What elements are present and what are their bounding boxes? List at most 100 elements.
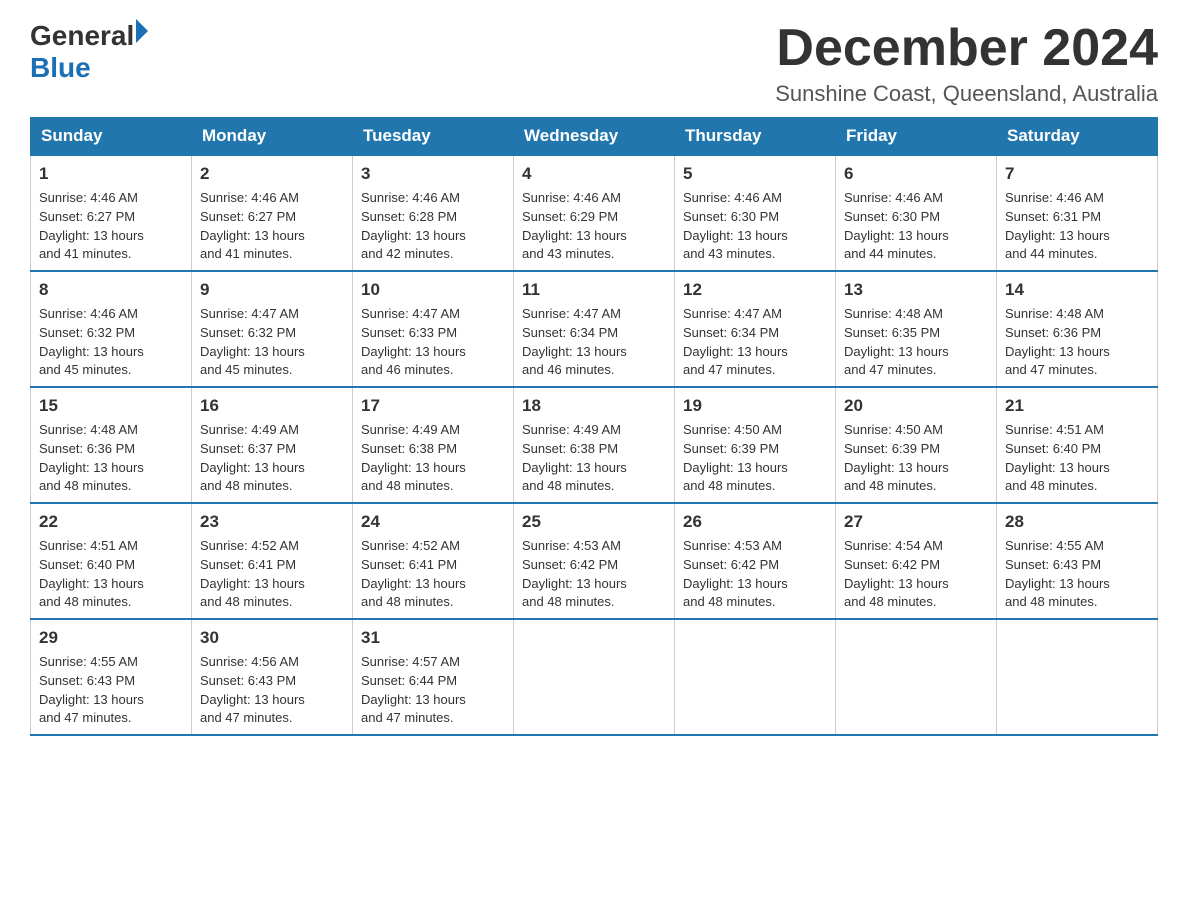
col-saturday: Saturday [997,118,1158,156]
day-number: 8 [39,278,183,303]
day-number: 17 [361,394,505,419]
table-row: 28 Sunrise: 4:55 AMSunset: 6:43 PMDaylig… [997,503,1158,619]
day-number: 15 [39,394,183,419]
table-row: 29 Sunrise: 4:55 AMSunset: 6:43 PMDaylig… [31,619,192,735]
day-info: Sunrise: 4:49 AMSunset: 6:38 PMDaylight:… [361,422,466,494]
day-info: Sunrise: 4:47 AMSunset: 6:34 PMDaylight:… [522,306,627,378]
location-subtitle: Sunshine Coast, Queensland, Australia [775,81,1158,107]
day-info: Sunrise: 4:46 AMSunset: 6:27 PMDaylight:… [200,190,305,262]
day-info: Sunrise: 4:55 AMSunset: 6:43 PMDaylight:… [1005,538,1110,610]
col-sunday: Sunday [31,118,192,156]
day-number: 28 [1005,510,1149,535]
day-info: Sunrise: 4:48 AMSunset: 6:36 PMDaylight:… [39,422,144,494]
day-number: 20 [844,394,988,419]
day-info: Sunrise: 4:47 AMSunset: 6:34 PMDaylight:… [683,306,788,378]
day-number: 18 [522,394,666,419]
table-row: 11 Sunrise: 4:47 AMSunset: 6:34 PMDaylig… [514,271,675,387]
table-row: 26 Sunrise: 4:53 AMSunset: 6:42 PMDaylig… [675,503,836,619]
day-number: 31 [361,626,505,651]
calendar-table: Sunday Monday Tuesday Wednesday Thursday… [30,117,1158,736]
day-info: Sunrise: 4:48 AMSunset: 6:35 PMDaylight:… [844,306,949,378]
table-row: 10 Sunrise: 4:47 AMSunset: 6:33 PMDaylig… [353,271,514,387]
day-info: Sunrise: 4:49 AMSunset: 6:38 PMDaylight:… [522,422,627,494]
table-row: 23 Sunrise: 4:52 AMSunset: 6:41 PMDaylig… [192,503,353,619]
day-info: Sunrise: 4:52 AMSunset: 6:41 PMDaylight:… [200,538,305,610]
day-number: 2 [200,162,344,187]
table-row: 21 Sunrise: 4:51 AMSunset: 6:40 PMDaylig… [997,387,1158,503]
day-number: 9 [200,278,344,303]
day-number: 13 [844,278,988,303]
day-info: Sunrise: 4:46 AMSunset: 6:32 PMDaylight:… [39,306,144,378]
col-wednesday: Wednesday [514,118,675,156]
table-row [836,619,997,735]
day-number: 10 [361,278,505,303]
day-info: Sunrise: 4:51 AMSunset: 6:40 PMDaylight:… [1005,422,1110,494]
table-row: 24 Sunrise: 4:52 AMSunset: 6:41 PMDaylig… [353,503,514,619]
table-row: 8 Sunrise: 4:46 AMSunset: 6:32 PMDayligh… [31,271,192,387]
day-info: Sunrise: 4:55 AMSunset: 6:43 PMDaylight:… [39,654,144,726]
day-info: Sunrise: 4:54 AMSunset: 6:42 PMDaylight:… [844,538,949,610]
logo: General Blue [30,20,148,84]
day-number: 29 [39,626,183,651]
table-row: 9 Sunrise: 4:47 AMSunset: 6:32 PMDayligh… [192,271,353,387]
col-tuesday: Tuesday [353,118,514,156]
table-row: 20 Sunrise: 4:50 AMSunset: 6:39 PMDaylig… [836,387,997,503]
table-row: 22 Sunrise: 4:51 AMSunset: 6:40 PMDaylig… [31,503,192,619]
title-block: December 2024 Sunshine Coast, Queensland… [775,20,1158,107]
table-row: 1 Sunrise: 4:46 AMSunset: 6:27 PMDayligh… [31,155,192,271]
day-number: 7 [1005,162,1149,187]
table-row: 31 Sunrise: 4:57 AMSunset: 6:44 PMDaylig… [353,619,514,735]
table-row: 5 Sunrise: 4:46 AMSunset: 6:30 PMDayligh… [675,155,836,271]
day-number: 5 [683,162,827,187]
table-row: 16 Sunrise: 4:49 AMSunset: 6:37 PMDaylig… [192,387,353,503]
table-row: 17 Sunrise: 4:49 AMSunset: 6:38 PMDaylig… [353,387,514,503]
table-row: 30 Sunrise: 4:56 AMSunset: 6:43 PMDaylig… [192,619,353,735]
day-info: Sunrise: 4:50 AMSunset: 6:39 PMDaylight:… [683,422,788,494]
day-info: Sunrise: 4:49 AMSunset: 6:37 PMDaylight:… [200,422,305,494]
day-number: 6 [844,162,988,187]
day-number: 23 [200,510,344,535]
table-row [514,619,675,735]
day-number: 3 [361,162,505,187]
day-number: 11 [522,278,666,303]
day-number: 14 [1005,278,1149,303]
table-row: 15 Sunrise: 4:48 AMSunset: 6:36 PMDaylig… [31,387,192,503]
table-row: 18 Sunrise: 4:49 AMSunset: 6:38 PMDaylig… [514,387,675,503]
table-row: 27 Sunrise: 4:54 AMSunset: 6:42 PMDaylig… [836,503,997,619]
day-info: Sunrise: 4:52 AMSunset: 6:41 PMDaylight:… [361,538,466,610]
table-row: 25 Sunrise: 4:53 AMSunset: 6:42 PMDaylig… [514,503,675,619]
day-info: Sunrise: 4:46 AMSunset: 6:30 PMDaylight:… [683,190,788,262]
table-row: 19 Sunrise: 4:50 AMSunset: 6:39 PMDaylig… [675,387,836,503]
calendar-header-row: Sunday Monday Tuesday Wednesday Thursday… [31,118,1158,156]
day-info: Sunrise: 4:57 AMSunset: 6:44 PMDaylight:… [361,654,466,726]
page-header: General Blue December 2024 Sunshine Coas… [30,20,1158,107]
day-info: Sunrise: 4:46 AMSunset: 6:29 PMDaylight:… [522,190,627,262]
table-row [997,619,1158,735]
day-info: Sunrise: 4:53 AMSunset: 6:42 PMDaylight:… [683,538,788,610]
day-number: 27 [844,510,988,535]
day-number: 12 [683,278,827,303]
table-row: 4 Sunrise: 4:46 AMSunset: 6:29 PMDayligh… [514,155,675,271]
day-number: 21 [1005,394,1149,419]
table-row: 2 Sunrise: 4:46 AMSunset: 6:27 PMDayligh… [192,155,353,271]
day-info: Sunrise: 4:51 AMSunset: 6:40 PMDaylight:… [39,538,144,610]
table-row: 13 Sunrise: 4:48 AMSunset: 6:35 PMDaylig… [836,271,997,387]
day-info: Sunrise: 4:53 AMSunset: 6:42 PMDaylight:… [522,538,627,610]
day-info: Sunrise: 4:46 AMSunset: 6:31 PMDaylight:… [1005,190,1110,262]
day-number: 1 [39,162,183,187]
col-friday: Friday [836,118,997,156]
day-info: Sunrise: 4:48 AMSunset: 6:36 PMDaylight:… [1005,306,1110,378]
col-thursday: Thursday [675,118,836,156]
logo-general-text: General [30,20,134,52]
logo-blue-text: Blue [30,52,91,84]
day-number: 4 [522,162,666,187]
day-number: 26 [683,510,827,535]
table-row: 3 Sunrise: 4:46 AMSunset: 6:28 PMDayligh… [353,155,514,271]
day-info: Sunrise: 4:46 AMSunset: 6:28 PMDaylight:… [361,190,466,262]
table-row: 12 Sunrise: 4:47 AMSunset: 6:34 PMDaylig… [675,271,836,387]
day-info: Sunrise: 4:46 AMSunset: 6:27 PMDaylight:… [39,190,144,262]
month-title: December 2024 [775,20,1158,77]
day-number: 16 [200,394,344,419]
day-info: Sunrise: 4:50 AMSunset: 6:39 PMDaylight:… [844,422,949,494]
day-number: 25 [522,510,666,535]
